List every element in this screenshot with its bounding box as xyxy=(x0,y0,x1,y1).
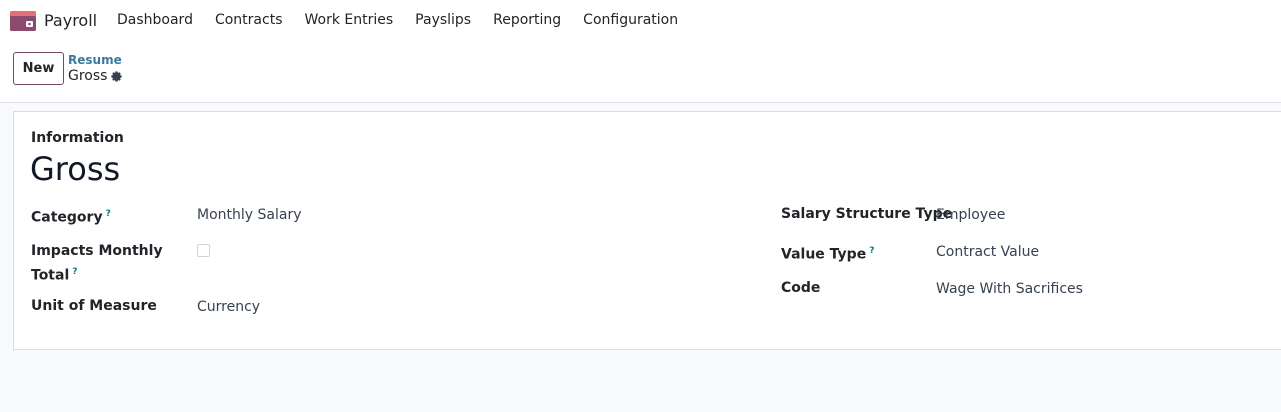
code-label: Code xyxy=(781,280,821,296)
main-menu: Dashboard Contracts Work Entries Payslip… xyxy=(117,12,700,28)
control-panel: New Resume Gross xyxy=(0,42,1281,103)
form-sheet: Information Gross Category? Monthly Sala… xyxy=(13,111,1281,350)
app-name[interactable]: Payroll xyxy=(44,11,97,30)
category-label: Category? xyxy=(31,209,111,226)
record-title[interactable]: Gross xyxy=(30,150,120,188)
impacts-monthly-total-checkbox[interactable] xyxy=(197,244,210,257)
value-type-value[interactable]: Contract Value xyxy=(936,242,1039,263)
value-type-label: Value Type? xyxy=(781,246,875,263)
salary-structure-type-label: Salary Structure Type xyxy=(781,206,953,222)
new-button[interactable]: New xyxy=(13,52,64,85)
menu-item-dashboard[interactable]: Dashboard xyxy=(117,12,193,28)
menu-item-reporting[interactable]: Reporting xyxy=(493,12,561,28)
breadcrumb-parent-link[interactable]: Resume xyxy=(68,53,122,67)
help-icon[interactable]: ? xyxy=(869,246,874,256)
menu-item-work-entries[interactable]: Work Entries xyxy=(305,12,394,28)
top-navbar: Payroll Dashboard Contracts Work Entries… xyxy=(0,0,1281,42)
section-label: Information xyxy=(31,130,124,146)
help-icon[interactable]: ? xyxy=(72,267,77,277)
unit-of-measure-label: Unit of Measure xyxy=(31,298,157,314)
category-value[interactable]: Monthly Salary xyxy=(197,205,301,226)
menu-item-payslips[interactable]: Payslips xyxy=(415,12,471,28)
breadcrumb-current: Gross xyxy=(68,68,108,84)
help-icon[interactable]: ? xyxy=(106,209,111,219)
impacts-monthly-total-label: Impacts Monthly Total? xyxy=(31,243,163,284)
menu-item-contracts[interactable]: Contracts xyxy=(215,12,283,28)
salary-structure-type-value[interactable]: Employee xyxy=(936,205,1005,226)
payroll-app-icon[interactable] xyxy=(10,11,36,31)
code-value[interactable]: Wage With Sacrifices xyxy=(936,279,1083,300)
gear-icon[interactable] xyxy=(110,70,123,83)
menu-item-configuration[interactable]: Configuration xyxy=(583,12,678,28)
unit-of-measure-value[interactable]: Currency xyxy=(197,297,260,318)
